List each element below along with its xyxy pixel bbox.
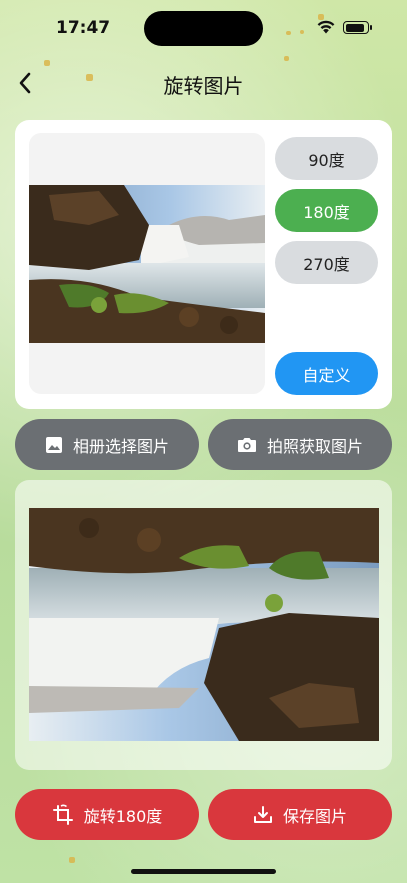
source-card: 90度 180度 270度 自定义 xyxy=(15,120,392,409)
decorative-fleck xyxy=(44,60,50,66)
rotate-180-action-label: 旋转180度 xyxy=(83,806,163,826)
status-time: 17:47 xyxy=(56,18,111,38)
source-preview xyxy=(29,133,265,394)
rotate-icon xyxy=(52,804,73,825)
source-image xyxy=(29,185,265,343)
status-bar: 17:47 xyxy=(0,0,407,55)
album-select-label: 相册选择图片 xyxy=(72,436,169,456)
result-card xyxy=(15,480,392,770)
save-image-button[interactable]: 保存图片 xyxy=(208,789,392,840)
decorative-fleck xyxy=(284,56,289,61)
rotate-270-button[interactable]: 270度 xyxy=(275,241,378,284)
rotate-180-action-button[interactable]: 旋转180度 xyxy=(15,789,199,840)
rotate-90-button[interactable]: 90度 xyxy=(275,137,378,180)
camera-capture-button[interactable]: 拍照获取图片 xyxy=(208,419,392,470)
wifi-icon xyxy=(317,20,335,34)
rotated-image xyxy=(29,508,379,741)
battery-icon xyxy=(343,21,372,34)
rotate-180-button[interactable]: 180度 xyxy=(275,189,378,232)
camera-icon xyxy=(237,437,256,452)
save-image-label: 保存图片 xyxy=(282,806,347,826)
page-title: 旋转图片 xyxy=(163,74,244,98)
custom-rotation-button[interactable]: 自定义 xyxy=(275,352,378,395)
home-indicator xyxy=(131,869,276,874)
camera-capture-label: 拍照获取图片 xyxy=(266,436,363,456)
decorative-fleck xyxy=(69,857,75,863)
dynamic-island xyxy=(144,11,263,46)
image-icon xyxy=(45,436,62,453)
album-select-button[interactable]: 相册选择图片 xyxy=(15,419,199,470)
download-icon xyxy=(253,805,272,823)
